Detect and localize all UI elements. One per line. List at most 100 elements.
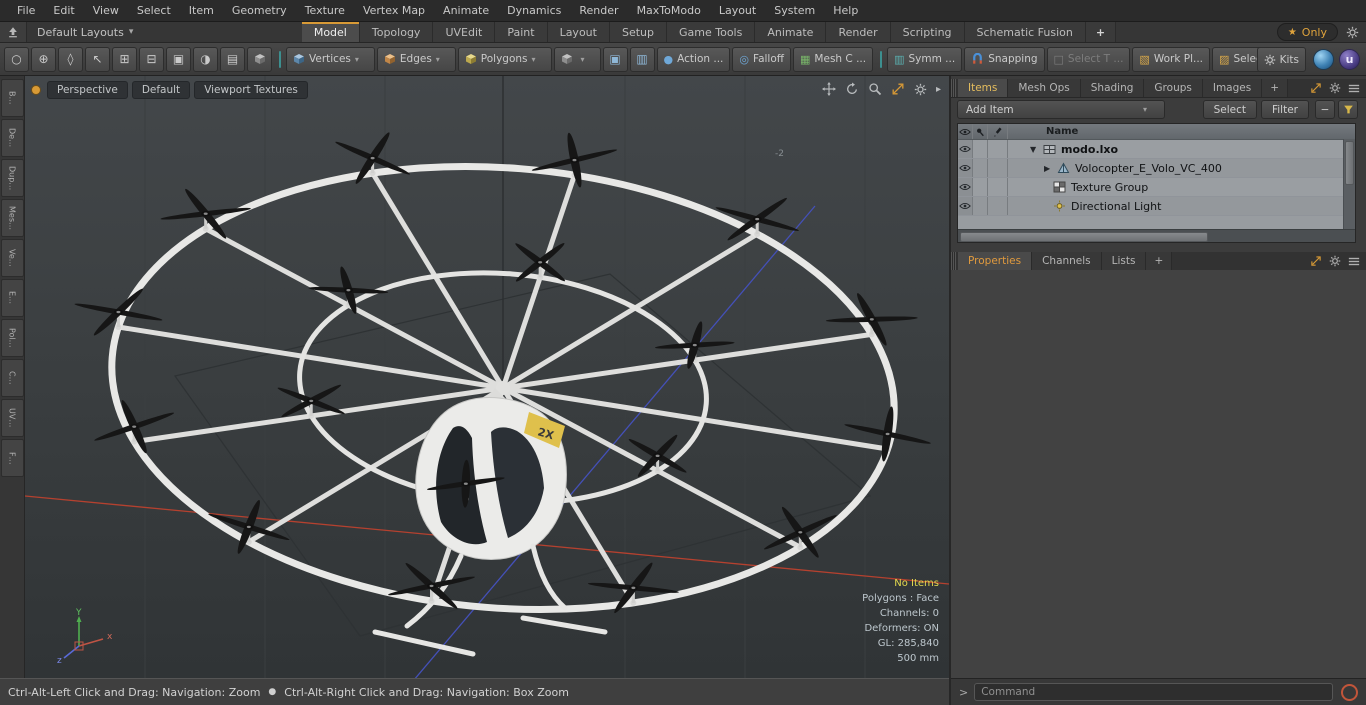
menu-view[interactable]: View bbox=[84, 4, 128, 17]
filter-funnel-icon[interactable] bbox=[1338, 100, 1358, 119]
tab-channels[interactable]: Channels bbox=[1032, 252, 1102, 270]
tab-paint[interactable]: Paint bbox=[495, 22, 548, 42]
left-tab-falloff[interactable]: F… bbox=[0, 439, 24, 477]
tab-properties[interactable]: Properties bbox=[958, 252, 1033, 270]
menu-geometry[interactable]: Geometry bbox=[223, 4, 296, 17]
symmetry-button[interactable]: ▥ Symm ... bbox=[887, 46, 963, 72]
left-tab-uv[interactable]: UV… bbox=[0, 399, 24, 437]
cursor-tool-icon[interactable]: ↖ bbox=[85, 46, 110, 72]
half-circle-tool-icon[interactable]: ◑ bbox=[193, 46, 218, 72]
u-badge-icon[interactable]: u bbox=[1339, 49, 1360, 70]
snapping-button[interactable]: Snapping bbox=[964, 46, 1045, 72]
tab-shading[interactable]: Shading bbox=[1080, 79, 1145, 97]
grid-tool-icon[interactable]: ▣ bbox=[166, 46, 191, 72]
left-tab-deform[interactable]: De… bbox=[0, 119, 24, 157]
grid-remove-tool-icon[interactable]: ⊟ bbox=[139, 46, 164, 72]
panel-menu-icon[interactable] bbox=[1348, 83, 1360, 94]
left-tab-duplicate[interactable]: Dup… bbox=[0, 159, 24, 197]
work-plane-button[interactable]: ▧ Work Pl... bbox=[1132, 46, 1211, 72]
tab-setup[interactable]: Setup bbox=[609, 22, 667, 42]
eye-column-icon[interactable] bbox=[958, 124, 973, 139]
ellipse-tool-icon[interactable]: ○ bbox=[4, 46, 29, 72]
item-mode-dropdown[interactable]: ▾ bbox=[553, 46, 601, 72]
collapse-all-button[interactable]: − bbox=[1315, 100, 1335, 119]
edges-mode-button[interactable]: Edges ▾ bbox=[376, 46, 456, 72]
viewport-canvas[interactable]: -2 2X Perspective Default Viewport Textu… bbox=[25, 76, 949, 678]
panel-menu-icon[interactable] bbox=[1348, 256, 1360, 267]
name-column-header[interactable]: Name bbox=[1008, 124, 1355, 139]
tab-mesh-ops[interactable]: Mesh Ops bbox=[1008, 79, 1081, 97]
add-panel-tab-button[interactable]: + bbox=[1262, 79, 1289, 97]
tab-game-tools[interactable]: Game Tools bbox=[667, 22, 756, 42]
only-button[interactable]: ★ Only bbox=[1276, 23, 1338, 41]
menu-select[interactable]: Select bbox=[128, 4, 180, 17]
select-button[interactable]: Select bbox=[1202, 100, 1257, 119]
perspective-button[interactable]: Perspective bbox=[47, 81, 128, 99]
filter-button[interactable]: Filter bbox=[1260, 100, 1309, 119]
menu-layout[interactable]: Layout bbox=[710, 4, 765, 17]
visibility-eye-icon[interactable] bbox=[958, 159, 973, 177]
menu-maxtomodo[interactable]: MaxToModo bbox=[628, 4, 710, 17]
menu-help[interactable]: Help bbox=[824, 4, 867, 17]
menu-dynamics[interactable]: Dynamics bbox=[498, 4, 570, 17]
globe-tool-icon[interactable]: ⊕ bbox=[31, 46, 56, 72]
up-arrow-icon[interactable] bbox=[0, 22, 27, 42]
tab-images[interactable]: Images bbox=[1202, 79, 1263, 97]
gear-icon[interactable] bbox=[1338, 22, 1366, 42]
left-tab-mesh[interactable]: Mes… bbox=[0, 199, 24, 237]
cube-tool-icon[interactable] bbox=[247, 46, 272, 72]
visibility-eye-icon[interactable] bbox=[958, 197, 973, 215]
menu-system[interactable]: System bbox=[765, 4, 824, 17]
add-item-button[interactable]: Add Item ▾ bbox=[957, 100, 1165, 119]
visibility-eye-icon[interactable] bbox=[958, 140, 973, 158]
table-row-texture-group[interactable]: Texture Group bbox=[958, 178, 1355, 197]
command-history-icon[interactable] bbox=[1341, 683, 1358, 701]
globe-sphere-icon[interactable] bbox=[1313, 49, 1334, 70]
panel-grip[interactable] bbox=[951, 252, 956, 270]
pen-column-icon[interactable] bbox=[988, 124, 1008, 139]
maximize-viewport-icon[interactable] bbox=[891, 82, 905, 96]
menu-item[interactable]: Item bbox=[180, 4, 223, 17]
diamond-tool-icon[interactable]: ◊ bbox=[58, 46, 83, 72]
kits-button[interactable]: Kits bbox=[1256, 47, 1306, 72]
viewport-textures-button[interactable]: Viewport Textures bbox=[194, 81, 308, 99]
select-through-button[interactable]: □ Select T ... bbox=[1046, 46, 1131, 72]
panel-gear-icon[interactable] bbox=[1329, 82, 1341, 94]
add-panel-tab-button[interactable]: + bbox=[1146, 252, 1173, 270]
command-input[interactable] bbox=[974, 683, 1333, 701]
menu-texture[interactable]: Texture bbox=[296, 4, 354, 17]
tab-groups[interactable]: Groups bbox=[1144, 79, 1203, 97]
tab-lists[interactable]: Lists bbox=[1101, 252, 1147, 270]
panel-grip[interactable] bbox=[951, 79, 956, 97]
viewport-gear-icon[interactable] bbox=[914, 83, 927, 96]
tree-collapse-arrow[interactable]: ▼ bbox=[1030, 145, 1039, 154]
menu-render[interactable]: Render bbox=[570, 4, 627, 17]
viewport-arrow-icon[interactable]: ▸ bbox=[936, 84, 941, 95]
tree-expand-arrow[interactable]: ▶ bbox=[1044, 164, 1053, 173]
left-tab-vertex[interactable]: Ve… bbox=[0, 239, 24, 277]
mesh-constraints-button[interactable]: ▦ Mesh C ... bbox=[793, 46, 874, 72]
tab-schematic-fusion[interactable]: Schematic Fusion bbox=[964, 22, 1086, 42]
zoom-view-icon[interactable] bbox=[868, 82, 882, 96]
tab-render[interactable]: Render bbox=[826, 22, 891, 42]
left-tab-basic[interactable]: B… bbox=[0, 79, 24, 117]
menu-edit[interactable]: Edit bbox=[44, 4, 83, 17]
tab-layout[interactable]: Layout bbox=[547, 22, 610, 42]
action-center-button[interactable]: ● Action ... bbox=[656, 46, 731, 72]
grid-add-tool-icon[interactable]: ⊞ bbox=[112, 46, 137, 72]
tab-items[interactable]: Items bbox=[958, 79, 1009, 97]
shading-default-button[interactable]: Default bbox=[131, 81, 191, 99]
viewport-menu-dot[interactable] bbox=[31, 85, 41, 95]
vertices-mode-button[interactable]: Vertices ▾ bbox=[286, 46, 375, 72]
horizontal-scrollbar[interactable] bbox=[958, 229, 1355, 242]
tab-animate[interactable]: Animate bbox=[755, 22, 827, 42]
maximize-panel-icon[interactable] bbox=[1310, 255, 1322, 267]
tab-model[interactable]: Model bbox=[301, 22, 360, 42]
visibility-eye-icon[interactable] bbox=[958, 178, 973, 196]
table-row-directional-light[interactable]: Directional Light bbox=[958, 197, 1355, 216]
menu-animate[interactable]: Animate bbox=[434, 4, 498, 17]
default-layouts-dropdown[interactable]: Default Layouts ▾ bbox=[27, 22, 152, 42]
screen-a-icon[interactable]: ▣ bbox=[602, 46, 628, 72]
maximize-panel-icon[interactable] bbox=[1310, 82, 1322, 94]
add-workspace-tab-button[interactable]: + bbox=[1085, 22, 1117, 42]
